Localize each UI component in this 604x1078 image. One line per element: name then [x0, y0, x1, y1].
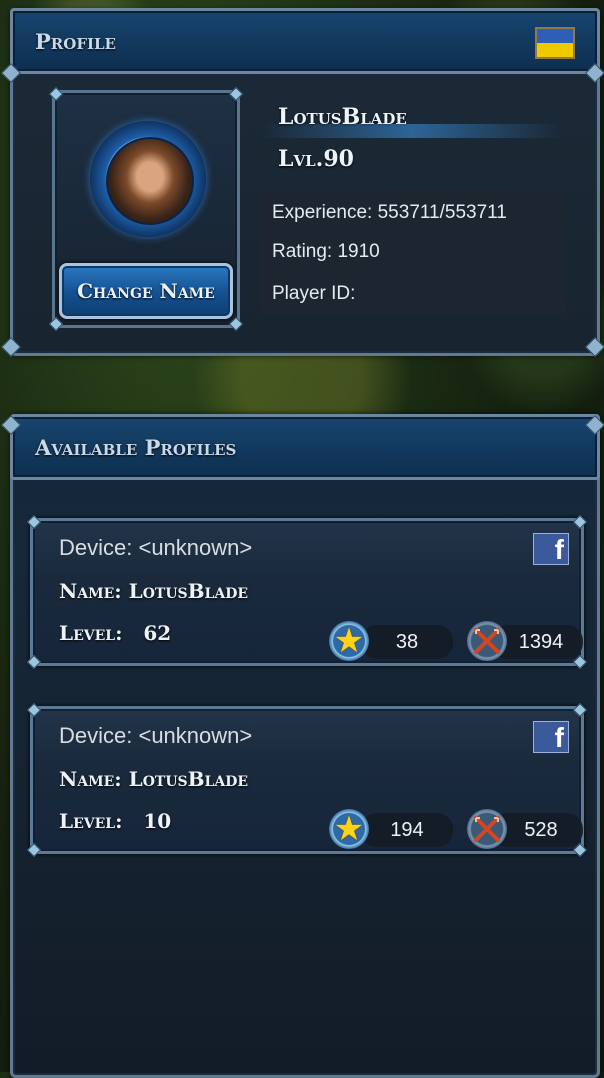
avatar-ring: [90, 121, 206, 237]
star-icon: ★: [329, 621, 369, 661]
player-level: Lvl.90: [278, 146, 354, 172]
available-profiles-header: Available Profiles: [10, 414, 600, 480]
stars-count: 194: [361, 813, 453, 847]
level-label: Level:: [59, 809, 123, 833]
profile-level-text: Level: 10: [59, 809, 171, 833]
stars-count: 38: [361, 625, 453, 659]
ukraine-flag-icon[interactable]: [535, 27, 575, 59]
profile-name-text: Name: LotusBlade: [59, 767, 249, 791]
profile-title: Profile: [35, 28, 116, 54]
profile-card[interactable]: Device: <unknown> f Name: LotusBlade Lev…: [26, 514, 588, 670]
avatar[interactable]: [106, 137, 194, 225]
level-label: Level:: [59, 621, 123, 645]
device-text: Device: <unknown>: [59, 535, 253, 560]
name-underline-glow: [262, 124, 562, 138]
player-stats-box: Experience: 553711/553711 Rating: 1910 P…: [260, 190, 566, 314]
star-icon: ★: [329, 809, 369, 849]
profile-header: Profile: [10, 8, 600, 74]
device-text: Device: <unknown>: [59, 723, 253, 748]
crossed-swords-icon: [467, 621, 507, 661]
crossed-swords-icon: [467, 809, 507, 849]
available-profiles-title: Available Profiles: [35, 434, 237, 460]
level-value: 62: [143, 621, 172, 645]
facebook-icon: f: [533, 533, 569, 565]
facebook-icon: f: [533, 721, 569, 753]
profile-name-text: Name: LotusBlade: [59, 579, 249, 603]
experience-text: Experience: 553711/553711: [272, 202, 507, 223]
rating-text: Rating: 1910: [272, 241, 380, 262]
level-value: 10: [143, 809, 172, 833]
change-name-button[interactable]: Change Name: [59, 263, 233, 319]
profile-card[interactable]: Device: <unknown> f Name: LotusBlade Lev…: [26, 702, 588, 858]
player-id-text: Player ID:: [272, 283, 356, 304]
avatar-frame: Change Name: [48, 86, 244, 332]
profile-level-text: Level: 62: [59, 621, 171, 645]
